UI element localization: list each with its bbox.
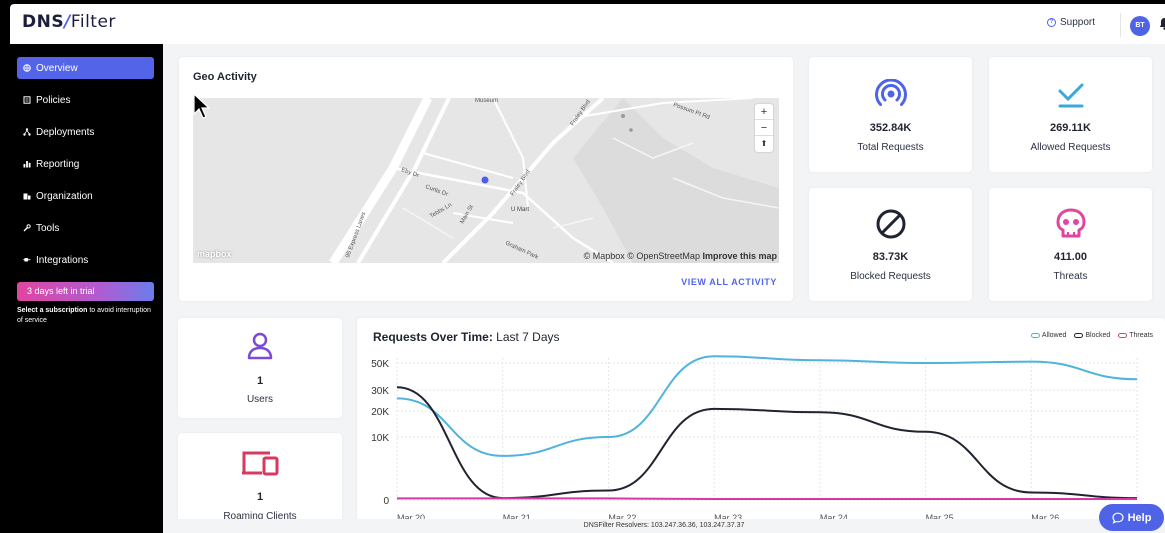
- deployments-icon: [23, 128, 31, 136]
- series-line-allowed[interactable]: [396, 355, 1138, 457]
- allowed-requests-value: 269.11K: [1050, 122, 1091, 134]
- requests-chart-plot[interactable]: 010K20K30K50KMar 20 Mar 21 Mar 22 Mar 23 Mar…: [357, 318, 1165, 533]
- help-circle-icon: ?: [1047, 18, 1056, 27]
- logo-text-dns: DNS: [22, 12, 65, 32]
- user-icon: [247, 332, 273, 360]
- sidebar-item-label: Organization: [36, 190, 93, 202]
- main-content: Geo Activity Museum Fraley Blvd Possum P…: [163, 44, 1165, 533]
- map-attribution: © Mapbox © OpenStreetMap Improve this ma…: [584, 251, 777, 261]
- globe-icon: [23, 64, 31, 72]
- user-avatar[interactable]: BT: [1130, 16, 1150, 36]
- header-divider: [1120, 13, 1121, 37]
- geo-map[interactable]: Museum Fraley Blvd Possum Pt Rd Eby Dr C…: [193, 98, 779, 263]
- y-tick-label: 10K: [371, 433, 389, 444]
- compass-button[interactable]: ⬆: [755, 136, 773, 152]
- blocked-requests-value: 83.73K: [872, 251, 909, 263]
- map-label-u-mart: U Mart: [511, 207, 529, 213]
- chat-bubble-icon: [1111, 512, 1124, 524]
- zoom-in-button[interactable]: +: [755, 104, 773, 120]
- bar-chart-icon: [23, 161, 31, 168]
- total-requests-value: 352.84K: [869, 122, 912, 134]
- map-roads-svg: Museum Fraley Blvd Possum Pt Rd Eby Dr C…: [193, 98, 779, 263]
- stat-card-blocked-requests[interactable]: 83.73K Blocked Requests: [809, 188, 972, 301]
- trial-note-link[interactable]: Select a subscription: [17, 307, 87, 314]
- roaming-clients-count: 1: [256, 491, 264, 503]
- series-line-blocked[interactable]: [396, 386, 1138, 500]
- logo-text-filter: Filter: [70, 12, 116, 32]
- view-all-activity-link[interactable]: VIEW ALL ACTIVITY: [681, 277, 777, 287]
- sidebar-item-organization[interactable]: Organization: [17, 185, 154, 207]
- improve-map-link[interactable]: Improve this map: [702, 251, 777, 261]
- resolvers-footer: DNSFilter Resolvers: 103.247.36.36, 103.…: [163, 519, 1165, 533]
- users-card[interactable]: 1 Users: [178, 318, 342, 418]
- help-label: Help: [1127, 511, 1152, 524]
- trial-note: Select a subscription to avoid interrupt…: [17, 306, 157, 326]
- threats-label: Threats: [1053, 271, 1088, 282]
- dnsfilter-logo[interactable]: DNS/Filter: [22, 12, 116, 32]
- support-label: Support: [1060, 17, 1096, 28]
- policies-icon: [23, 96, 31, 104]
- support-link[interactable]: ? Support: [1047, 17, 1095, 28]
- mouse-cursor-icon: [193, 93, 211, 119]
- y-tick-label: 30K: [371, 386, 389, 397]
- y-tick-label: 50K: [371, 359, 389, 370]
- wrench-icon: [23, 224, 31, 232]
- blocked-icon: [876, 209, 905, 239]
- sidebar-item-label: Policies: [36, 94, 71, 106]
- map-label-museum: Museum: [475, 98, 498, 104]
- map-zoom-controls: + − ⬆: [755, 104, 773, 152]
- organization-icon: [23, 193, 31, 200]
- sidebar-item-tools[interactable]: Tools: [17, 217, 154, 239]
- zoom-out-button[interactable]: −: [755, 120, 773, 136]
- skull-icon: [1056, 208, 1085, 238]
- total-requests-label: Total Requests: [857, 142, 924, 153]
- sidebar-item-label: Deployments: [36, 126, 95, 138]
- geo-activity-card: Geo Activity Museum Fraley Blvd Possum P…: [179, 57, 793, 301]
- signal-icon: [874, 79, 907, 106]
- stat-card-allowed-requests[interactable]: 269.11K Allowed Requests: [989, 57, 1152, 172]
- top-header: DNS/Filter ? Support BT: [10, 4, 1165, 44]
- sidebar-item-integrations[interactable]: Integrations: [17, 249, 154, 271]
- plug-icon: [23, 258, 31, 262]
- requests-over-time-card: Requests Over Time: Last 7 Days Allowed …: [357, 318, 1165, 533]
- help-button[interactable]: Help: [1099, 504, 1164, 531]
- blocked-requests-label: Blocked Requests: [850, 271, 931, 282]
- logo-slash: /: [64, 12, 71, 32]
- users-count: 1: [256, 375, 264, 387]
- mapbox-logo[interactable]: mapbox: [197, 249, 232, 259]
- sidebar-item-label: Tools: [36, 222, 60, 234]
- roaming-clients-card[interactable]: 1 Roaming Clients: [178, 433, 342, 533]
- sidebar-item-label: Integrations: [36, 254, 89, 266]
- geo-activity-title: Geo Activity: [193, 71, 257, 83]
- sidebar-item-policies[interactable]: Policies: [17, 89, 154, 111]
- y-tick-label: 20K: [371, 407, 389, 418]
- sidebar-item-overview[interactable]: Overview: [17, 57, 154, 79]
- sidebar: Overview Policies Deployments Reporting …: [10, 44, 163, 533]
- map-attribution-text[interactable]: © Mapbox © OpenStreetMap: [584, 251, 700, 261]
- sidebar-item-reporting[interactable]: Reporting: [17, 153, 154, 175]
- checkmark-icon: [1058, 83, 1083, 108]
- sidebar-item-label: Overview: [36, 62, 78, 74]
- stat-card-total-requests[interactable]: 352.84K Total Requests: [809, 57, 972, 172]
- series-line-threats[interactable]: [397, 497, 1137, 501]
- allowed-requests-label: Allowed Requests: [1030, 142, 1111, 153]
- trial-banner[interactable]: 3 days left in trial: [17, 282, 154, 301]
- devices-icon: [242, 451, 279, 476]
- threats-value: 411.00: [1053, 251, 1088, 263]
- sidebar-item-label: Reporting: [36, 158, 80, 170]
- sidebar-item-deployments[interactable]: Deployments: [17, 121, 154, 143]
- notification-bell-icon[interactable]: [1159, 17, 1165, 35]
- y-tick-label: 0: [383, 496, 389, 507]
- stat-card-threats[interactable]: 411.00 Threats: [989, 188, 1152, 301]
- users-label: Users: [246, 394, 274, 405]
